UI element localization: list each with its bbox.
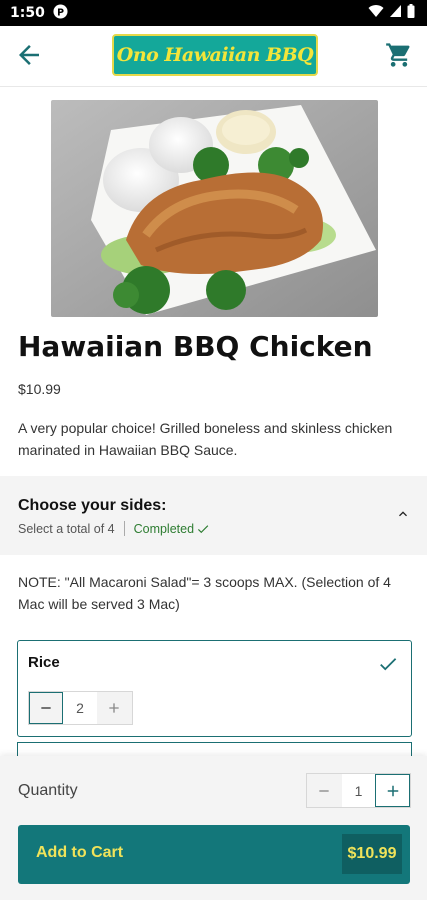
decrease-quantity-button[interactable] [307,774,342,807]
add-to-cart-label: Add to Cart [36,844,124,861]
cart-button[interactable] [385,41,413,69]
logo-text: Ono Hawaiian BBQ [116,44,314,66]
product-image [51,100,378,317]
product-description: A very popular choice! Grilled boneless … [18,420,393,458]
sides-section-header[interactable]: Choose your sides: Select a total of 4 C… [0,476,427,555]
svg-text:P: P [57,7,64,18]
status-text: Completed [133,521,195,536]
sides-subtitle: Select a total of 4 Completed [18,521,210,536]
decrease-button[interactable] [29,692,63,724]
cart-icon [386,43,410,67]
sides-instruction: Select a total of 4 [18,521,115,536]
side-quantity-stepper: 2 [28,691,133,725]
product-price: $10.99 [18,381,61,397]
option-label: Rice [28,654,60,671]
order-quantity-stepper: 1 [306,773,411,808]
increase-button[interactable] [97,692,131,724]
status-bar: 1:50 P [0,0,427,26]
selected-check-icon [377,653,399,675]
status-time: 1:50 [10,5,45,21]
plus-icon [109,703,119,713]
add-to-cart-total: $10.99 [342,834,402,874]
sides-title: Choose your sides: [18,497,167,514]
arrow-left-icon [19,45,39,65]
side-option-rice[interactable]: Rice 2 [17,640,412,737]
increase-quantity-button[interactable] [375,774,410,807]
app-bar: Ono Hawaiian BBQ [0,26,427,87]
wifi-icon [368,4,384,22]
order-quantity-value: 1 [341,774,376,807]
battery-icon [407,4,415,22]
sides-note: NOTE: "All Macaroni Salad"= 3 scoops MAX… [18,574,391,612]
minus-icon [319,789,329,792]
add-to-cart-button[interactable]: Add to Cart $10.99 [18,825,410,884]
back-button[interactable] [14,40,44,70]
product-title: Hawaiian BBQ Chicken [18,330,373,363]
brand-logo[interactable]: Ono Hawaiian BBQ [112,34,318,76]
sides-status: Completed [134,522,210,536]
order-panel: Quantity 1 Add to Cart $10.99 [0,756,427,900]
notification-p-icon: P [53,3,68,23]
divider [123,521,125,536]
quantity-label: Quantity [18,782,78,799]
side-quantity-value: 2 [63,692,97,724]
minus-icon [41,707,51,709]
chevron-up-icon[interactable] [395,506,411,522]
check-icon [198,524,209,533]
plus-icon [387,785,398,796]
signal-icon [389,4,402,22]
